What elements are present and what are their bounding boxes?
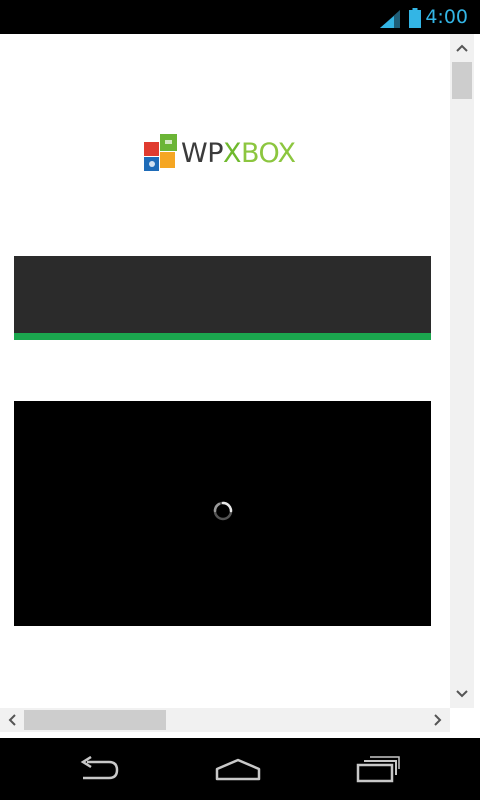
chevron-left-icon[interactable]	[0, 708, 24, 732]
horizontal-scrollbar[interactable]	[0, 708, 450, 732]
back-icon	[80, 756, 119, 780]
vertical-scrollbar[interactable]	[450, 34, 474, 708]
status-bar: 4:00	[0, 0, 480, 34]
chevron-up-icon[interactable]	[450, 36, 474, 60]
back-button[interactable]	[69, 750, 129, 788]
signal-icon	[380, 10, 400, 28]
recent-apps-button[interactable]	[348, 750, 408, 788]
chevron-down-icon[interactable]	[450, 682, 474, 706]
web-page[interactable]: WPXBOX	[0, 34, 450, 708]
chevron-right-icon[interactable]	[426, 708, 450, 732]
recent-apps-icon	[356, 756, 400, 783]
header-banner	[14, 256, 431, 333]
logo-text-wp: WP	[181, 138, 223, 169]
loading-spinner-icon	[213, 501, 233, 521]
video-player[interactable]	[14, 401, 431, 626]
clock: 4:00	[425, 6, 468, 28]
home-icon	[215, 758, 261, 781]
banner-accent-stripe	[14, 333, 431, 340]
logo-text-box: BOX	[240, 138, 296, 169]
browser-view[interactable]: WPXBOX	[0, 34, 480, 738]
battery-icon	[409, 8, 421, 28]
horizontal-scroll-thumb[interactable]	[24, 710, 166, 730]
navigation-bar	[0, 738, 480, 800]
logo-text: WPXBOX	[181, 139, 296, 169]
wpxbox-logo-icon	[144, 134, 177, 171]
vertical-scroll-thumb[interactable]	[452, 62, 472, 99]
wpxbox-logo[interactable]: WPXBOX	[143, 134, 303, 174]
scrollbar-corner	[450, 708, 480, 738]
home-button[interactable]	[208, 750, 268, 788]
logo-text-x: X	[222, 138, 242, 169]
